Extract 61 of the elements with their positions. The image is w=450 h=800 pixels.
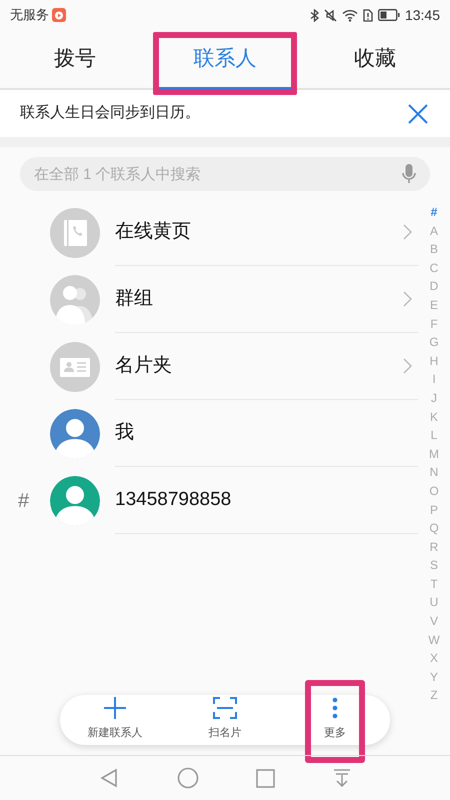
index-letter[interactable]: P [430,500,438,520]
index-letter[interactable]: K [430,408,438,426]
section-letter: # [18,490,30,512]
more-icon [332,696,338,718]
menu-entry-label[interactable]: 群组 [115,284,153,314]
index-letter[interactable]: A [430,222,438,240]
index-letter[interactable]: G [429,333,439,352]
index-letter[interactable]: H [430,352,438,370]
tab[interactable]: 拨号 [0,30,150,88]
sim-alert-icon [362,8,373,22]
action-button[interactable]: 更多 [280,695,390,745]
index-letter[interactable]: U [430,593,438,612]
battery-icon [378,9,400,21]
index-letter[interactable]: J [431,388,437,408]
index-letter[interactable]: X [430,649,438,668]
index-letter[interactable]: F [430,314,438,334]
index-letter[interactable]: I [432,370,436,389]
index-letter[interactable]: C [430,258,438,278]
index-letter[interactable]: Z [430,686,438,706]
contact-name[interactable]: 13458798858 [115,486,232,514]
mute-icon [324,8,337,22]
microphone-icon[interactable] [402,164,416,184]
bluetooth-icon [310,8,319,22]
index-letter[interactable]: M [429,444,439,464]
index-letter[interactable]: S [430,556,438,575]
index-letter[interactable]: N [430,463,438,482]
close-icon[interactable] [408,104,428,124]
plus-icon [103,696,127,720]
address-book-icon [50,208,100,258]
tab[interactable]: 联系人 [150,30,300,88]
wifi-icon [342,8,358,22]
index-letter[interactable]: R [430,538,438,556]
index-letter[interactable]: B [430,240,438,259]
scan-frame-icon [213,696,237,718]
index-letter[interactable]: V [430,612,438,631]
contact-name[interactable]: 我 [115,418,134,448]
recents-icon[interactable] [256,768,276,788]
action-button[interactable]: 新建联系人 [60,695,170,745]
menu-entry-label[interactable]: 名片夹 [115,352,172,380]
menu-entry-label[interactable]: 在线黄页 [115,218,191,246]
home-icon[interactable] [176,767,199,789]
clock-text: 13:45 [404,6,440,24]
index-letter[interactable]: E [430,296,438,315]
contact-card-icon [50,342,100,392]
index-letter[interactable]: W [428,630,440,650]
carrier-text: 无服务 [10,6,49,24]
notification-pull-icon[interactable] [333,769,352,787]
index-letter[interactable]: Y [430,668,438,686]
video-app-icon [52,8,66,22]
sync-notice: 联系人生日会同步到日历。 [20,103,200,124]
action-button[interactable]: 扫名片 [170,695,280,745]
index-letter[interactable]: O [429,482,439,500]
index-letter[interactable]: L [430,426,438,445]
tab[interactable]: 收藏 [300,30,450,88]
index-letter[interactable]: D [430,277,438,296]
two-people-icon [50,274,100,324]
index-letter[interactable]: # [430,203,438,222]
back-icon[interactable] [98,768,119,788]
index-letter[interactable]: T [430,574,438,594]
index-letter[interactable]: Q [429,519,439,538]
search-field[interactable]: 在全部 1 个联系人中搜索 [20,157,430,191]
